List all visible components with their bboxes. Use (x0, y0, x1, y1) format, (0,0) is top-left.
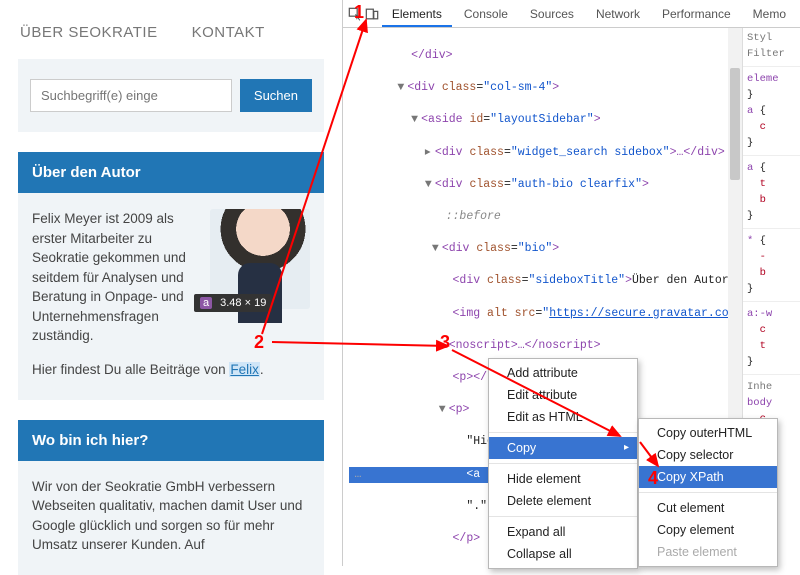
ctx-hide-element[interactable]: Hide element (489, 468, 637, 490)
tab-performance[interactable]: Performance (652, 1, 741, 27)
author-link[interactable]: Felix (229, 362, 260, 377)
where-body-text: Wir von der Seokratie GmbH verbessern We… (32, 479, 302, 553)
ctx-edit-as-html[interactable]: Edit as HTML (489, 406, 637, 428)
context-menu[interactable]: Add attribute Edit attribute Edit as HTM… (488, 358, 638, 569)
webpage-panel: ÜBER SEOKRATIE KONTAKT Suchen Über den A… (0, 0, 342, 566)
nav-about[interactable]: ÜBER SEOKRATIE (20, 24, 158, 41)
ctx-paste-element: Paste element (639, 541, 777, 563)
ctx-delete-element[interactable]: Delete element (489, 490, 637, 512)
ctx-copy-outerhtml[interactable]: Copy outerHTML (639, 422, 777, 444)
tab-network[interactable]: Network (586, 1, 650, 27)
devtools-tab-bar: Elements Console Sources Network Perform… (343, 0, 800, 28)
search-input[interactable] (30, 79, 232, 112)
tab-console[interactable]: Console (454, 1, 518, 27)
anno-3: 3 (440, 332, 450, 353)
device-toolbar-icon[interactable] (364, 3, 379, 25)
context-submenu-copy[interactable]: Copy outerHTML Copy selector Copy XPath … (638, 418, 778, 567)
ctx-copy-element[interactable]: Copy element (639, 519, 777, 541)
where-box-title: Wo bin ich hier? (18, 420, 324, 461)
ctx-copy-selector[interactable]: Copy selector (639, 444, 777, 466)
inspect-tooltip: a 3.48 × 19 (194, 294, 272, 312)
ctx-edit-attribute[interactable]: Edit attribute (489, 384, 637, 406)
nav-contact[interactable]: KONTAKT (192, 24, 265, 41)
tab-memory[interactable]: Memo (743, 1, 796, 27)
anno-4: 4 (648, 468, 658, 489)
tooltip-dims: 3.48 × 19 (220, 297, 266, 309)
sidebar: Suchen Über den Autor Felix Meyer ist 20… (0, 59, 342, 575)
author-line2-pre: Hier findest Du alle Beiträge von (32, 362, 226, 377)
where-box-body: Wir von der Seokratie GmbH verbessern We… (18, 461, 324, 575)
tab-elements[interactable]: Elements (382, 1, 452, 27)
author-box-body: Felix Meyer ist 2009 als erster Mitarbei… (18, 193, 324, 400)
search-button[interactable]: Suchen (240, 79, 312, 112)
ctx-expand-all[interactable]: Expand all (489, 521, 637, 543)
styles-filter[interactable]: Filter (747, 48, 796, 60)
ctx-copy-xpath[interactable]: Copy XPath (639, 466, 777, 488)
tooltip-tag: a (200, 297, 212, 309)
ctx-add-attribute[interactable]: Add attribute (489, 362, 637, 384)
top-nav: ÜBER SEOKRATIE KONTAKT (0, 0, 342, 59)
styles-header: Styl (747, 32, 796, 44)
search-box: Suchen (18, 59, 324, 132)
author-bio: Felix Meyer ist 2009 als erster Mitarbei… (32, 211, 186, 343)
ctx-copy[interactable]: Copy (489, 437, 637, 459)
tab-sources[interactable]: Sources (520, 1, 584, 27)
anno-1: 1 (354, 2, 364, 23)
author-line2-after: . (260, 362, 264, 377)
ctx-cut-element[interactable]: Cut element (639, 497, 777, 519)
ctx-collapse-all[interactable]: Collapse all (489, 543, 637, 565)
author-box-title: Über den Autor (18, 152, 324, 193)
anno-2: 2 (254, 332, 264, 353)
